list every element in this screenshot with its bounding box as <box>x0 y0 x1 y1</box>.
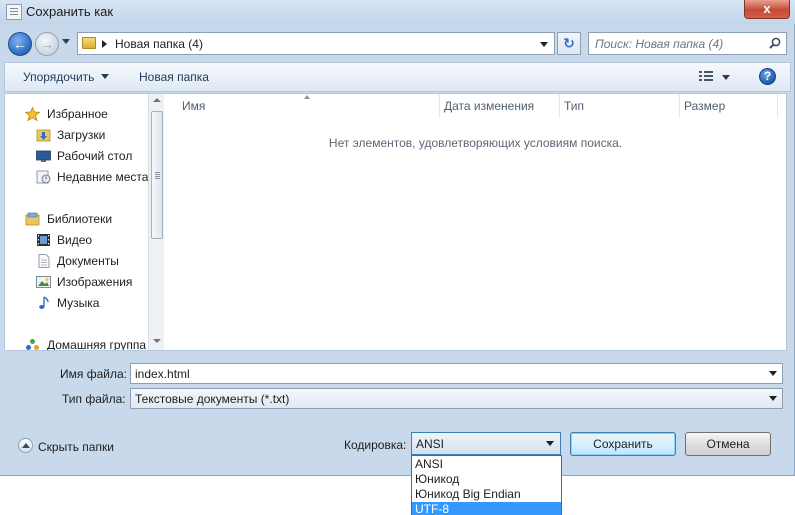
search-input[interactable] <box>595 36 765 51</box>
filetype-value: Текстовые документы (*.txt) <box>135 392 290 406</box>
breadcrumb-current-folder[interactable]: Новая папка (4) <box>115 37 203 51</box>
chevron-down-icon[interactable] <box>546 441 554 446</box>
encoding-option-ansi[interactable]: ANSI <box>412 457 561 472</box>
nav-item-documents[interactable]: Документы <box>5 251 148 271</box>
libraries-icon <box>25 212 40 226</box>
command-toolbar: Упорядочить Новая папка ? <box>4 62 791 92</box>
chevron-down-icon <box>101 74 110 79</box>
nav-item-desktop[interactable]: Рабочий стол <box>5 146 148 166</box>
forward-button[interactable]: → <box>35 32 59 56</box>
encoding-option-unicode[interactable]: Юникод <box>412 472 561 487</box>
file-list[interactable]: Имя Дата изменения Тип Размер Нет элемен… <box>165 94 786 350</box>
sort-ascending-icon <box>304 95 310 99</box>
title-bar: Сохранить как x <box>0 0 795 24</box>
downloads-folder-icon <box>36 129 51 142</box>
column-header-type[interactable]: Тип <box>560 94 680 118</box>
image-icon <box>36 276 51 288</box>
new-folder-button[interactable]: Новая папка <box>139 70 209 84</box>
nav-item-video[interactable]: Видео <box>5 230 148 250</box>
hide-folders-label: Скрыть папки <box>38 440 114 454</box>
organize-button[interactable]: Упорядочить <box>23 70 110 84</box>
save-button[interactable]: Сохранить <box>570 432 676 456</box>
nav-label: Документы <box>57 254 119 268</box>
nav-label: Недавние места <box>57 170 148 184</box>
nav-label: Библиотеки <box>47 212 113 226</box>
nav-pane-scrollbar[interactable] <box>148 94 164 350</box>
nav-item-recent[interactable]: Недавние места <box>5 167 148 187</box>
nav-label: Загрузки <box>57 128 106 142</box>
encoding-value: ANSI <box>416 437 445 451</box>
address-bar[interactable]: Новая папка (4) <box>77 32 555 55</box>
save-as-dialog: Сохранить как x ← → Новая папка (4) ↻ По… <box>0 0 795 476</box>
desktop-icon <box>36 150 51 162</box>
scroll-up-icon[interactable] <box>153 98 161 102</box>
address-row: ← → Новая папка (4) ↻ <box>0 24 795 62</box>
cancel-button[interactable]: Отмена <box>685 432 771 456</box>
nav-item-libraries[interactable]: Библиотеки <box>5 209 148 229</box>
search-icon[interactable] <box>769 37 781 49</box>
empty-list-message: Нет элементов, удовлетворяющих условиям … <box>328 136 623 150</box>
arrow-right-icon: → <box>40 36 54 52</box>
encoding-label: Кодировка: <box>344 438 407 452</box>
close-button[interactable]: x <box>744 0 790 19</box>
scrollbar-thumb[interactable] <box>151 111 163 239</box>
filetype-label: Тип файла: <box>62 392 126 406</box>
view-options-icon[interactable] <box>699 70 713 82</box>
nav-item-music[interactable]: Музыка <box>5 293 148 313</box>
navigation-pane: Избранное Загрузки Рабочий стол Недавние… <box>5 94 148 350</box>
nav-item-downloads[interactable]: Загрузки <box>5 125 148 145</box>
music-icon <box>39 296 49 309</box>
scroll-down-icon[interactable] <box>153 339 161 343</box>
nav-label: Избранное <box>47 107 108 121</box>
nav-item-homegroup[interactable]: Домашняя группа <box>5 335 148 350</box>
address-dropdown-icon[interactable] <box>540 42 548 47</box>
search-box[interactable] <box>588 32 787 55</box>
filename-input[interactable] <box>135 367 755 381</box>
chevron-down-icon[interactable] <box>769 396 777 401</box>
filename-label: Имя файла: <box>60 367 127 381</box>
encoding-option-utf8[interactable]: UTF-8 <box>412 502 561 515</box>
encoding-options-list[interactable]: ANSI Юникод Юникод Big Endian UTF-8 <box>411 455 562 515</box>
column-header-date[interactable]: Дата изменения <box>440 94 560 118</box>
window-title: Сохранить как <box>26 4 114 19</box>
chevron-down-icon[interactable] <box>769 371 777 376</box>
encoding-option-unicode-big-endian[interactable]: Юникод Big Endian <box>412 487 561 502</box>
column-header-size[interactable]: Размер <box>680 94 778 118</box>
refresh-icon: ↻ <box>563 35 575 51</box>
nav-label: Изображения <box>57 275 133 289</box>
filename-combobox[interactable] <box>130 363 783 384</box>
browser-area: Избранное Загрузки Рабочий стол Недавние… <box>4 93 787 351</box>
nav-label: Музыка <box>57 296 100 310</box>
notepad-icon <box>6 4 22 20</box>
breadcrumb-chevron-icon[interactable] <box>102 40 107 48</box>
video-icon <box>37 234 50 246</box>
back-button[interactable]: ← <box>8 32 32 56</box>
homegroup-icon <box>26 339 39 350</box>
column-header-name[interactable]: Имя <box>165 94 440 118</box>
nav-label: Видео <box>57 233 93 247</box>
star-icon <box>25 107 40 121</box>
folder-icon <box>82 37 96 49</box>
nav-label: Рабочий стол <box>57 149 133 163</box>
recent-locations-dropdown[interactable] <box>62 39 70 44</box>
nav-item-images[interactable]: Изображения <box>5 272 148 292</box>
column-header-label: Имя <box>182 99 206 113</box>
recent-places-icon <box>36 170 51 184</box>
organize-label: Упорядочить <box>23 70 95 84</box>
nav-label: Домашняя группа <box>47 338 147 350</box>
nav-item-favorites[interactable]: Избранное <box>5 104 148 124</box>
document-icon <box>38 254 50 268</box>
grip-icon <box>155 172 160 173</box>
filetype-select[interactable]: Текстовые документы (*.txt) <box>130 388 783 409</box>
help-button[interactable]: ? <box>759 68 776 85</box>
chevron-up-icon <box>18 438 33 453</box>
view-dropdown-icon[interactable] <box>722 75 730 80</box>
arrow-left-icon: ← <box>13 36 27 52</box>
refresh-button[interactable]: ↻ <box>557 32 581 55</box>
encoding-select[interactable]: ANSI <box>411 432 561 455</box>
